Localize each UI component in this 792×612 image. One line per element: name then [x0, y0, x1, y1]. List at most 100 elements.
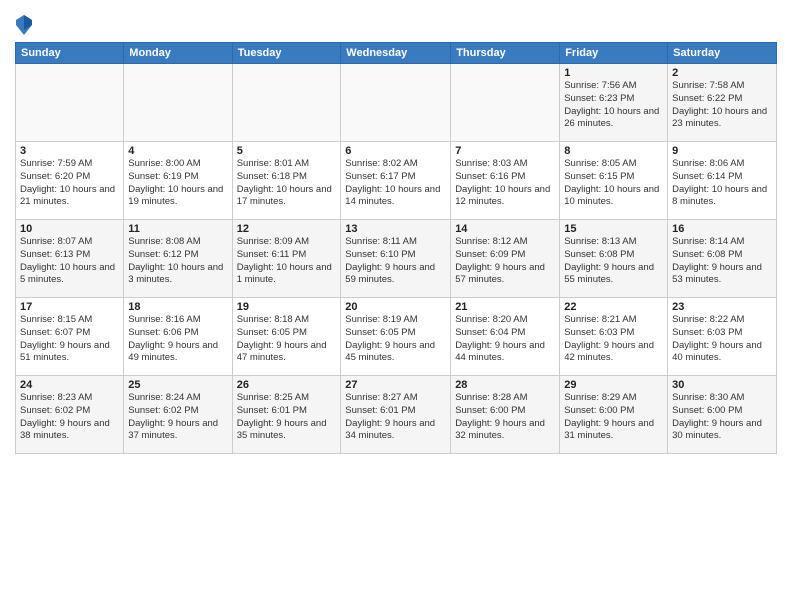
weekday-header-thursday: Thursday	[451, 43, 560, 64]
calendar-table: SundayMondayTuesdayWednesdayThursdayFrid…	[15, 42, 777, 454]
calendar-cell: 19Sunrise: 8:18 AM Sunset: 6:05 PM Dayli…	[232, 298, 341, 376]
day-number: 9	[672, 145, 772, 157]
day-number: 30	[672, 379, 772, 391]
day-number: 23	[672, 301, 772, 313]
day-number: 25	[128, 379, 227, 391]
day-number: 20	[345, 301, 446, 313]
day-info: Sunrise: 8:16 AM Sunset: 6:06 PM Dayligh…	[128, 314, 227, 365]
day-info: Sunrise: 8:18 AM Sunset: 6:05 PM Dayligh…	[237, 314, 337, 365]
weekday-header-friday: Friday	[560, 43, 668, 64]
day-number: 24	[20, 379, 119, 391]
day-info: Sunrise: 8:24 AM Sunset: 6:02 PM Dayligh…	[128, 392, 227, 443]
logo	[15, 14, 36, 36]
day-number: 6	[345, 145, 446, 157]
calendar-week-1: 1Sunrise: 7:56 AM Sunset: 6:23 PM Daylig…	[16, 64, 777, 142]
calendar-cell: 30Sunrise: 8:30 AM Sunset: 6:00 PM Dayli…	[668, 376, 777, 454]
calendar-cell: 4Sunrise: 8:00 AM Sunset: 6:19 PM Daylig…	[124, 142, 232, 220]
day-number: 22	[564, 301, 663, 313]
day-number: 27	[345, 379, 446, 391]
day-number: 7	[455, 145, 555, 157]
day-number: 4	[128, 145, 227, 157]
calendar-cell: 22Sunrise: 8:21 AM Sunset: 6:03 PM Dayli…	[560, 298, 668, 376]
calendar-cell	[16, 64, 124, 142]
day-info: Sunrise: 8:01 AM Sunset: 6:18 PM Dayligh…	[237, 158, 337, 209]
calendar-cell: 14Sunrise: 8:12 AM Sunset: 6:09 PM Dayli…	[451, 220, 560, 298]
calendar-cell	[341, 64, 451, 142]
day-number: 26	[237, 379, 337, 391]
day-number: 19	[237, 301, 337, 313]
calendar-week-5: 24Sunrise: 8:23 AM Sunset: 6:02 PM Dayli…	[16, 376, 777, 454]
day-number: 3	[20, 145, 119, 157]
day-number: 28	[455, 379, 555, 391]
day-number: 12	[237, 223, 337, 235]
calendar-cell	[232, 64, 341, 142]
day-number: 8	[564, 145, 663, 157]
calendar-cell: 29Sunrise: 8:29 AM Sunset: 6:00 PM Dayli…	[560, 376, 668, 454]
calendar-cell: 1Sunrise: 7:56 AM Sunset: 6:23 PM Daylig…	[560, 64, 668, 142]
day-info: Sunrise: 8:21 AM Sunset: 6:03 PM Dayligh…	[564, 314, 663, 365]
calendar-cell: 12Sunrise: 8:09 AM Sunset: 6:11 PM Dayli…	[232, 220, 341, 298]
calendar-cell: 26Sunrise: 8:25 AM Sunset: 6:01 PM Dayli…	[232, 376, 341, 454]
calendar-cell: 27Sunrise: 8:27 AM Sunset: 6:01 PM Dayli…	[341, 376, 451, 454]
calendar-cell: 10Sunrise: 8:07 AM Sunset: 6:13 PM Dayli…	[16, 220, 124, 298]
calendar-cell: 20Sunrise: 8:19 AM Sunset: 6:05 PM Dayli…	[341, 298, 451, 376]
day-info: Sunrise: 8:20 AM Sunset: 6:04 PM Dayligh…	[455, 314, 555, 365]
calendar-week-2: 3Sunrise: 7:59 AM Sunset: 6:20 PM Daylig…	[16, 142, 777, 220]
day-number: 14	[455, 223, 555, 235]
weekday-header-row: SundayMondayTuesdayWednesdayThursdayFrid…	[16, 43, 777, 64]
calendar-cell: 11Sunrise: 8:08 AM Sunset: 6:12 PM Dayli…	[124, 220, 232, 298]
weekday-header-wednesday: Wednesday	[341, 43, 451, 64]
calendar-week-4: 17Sunrise: 8:15 AM Sunset: 6:07 PM Dayli…	[16, 298, 777, 376]
day-number: 10	[20, 223, 119, 235]
calendar-cell: 13Sunrise: 8:11 AM Sunset: 6:10 PM Dayli…	[341, 220, 451, 298]
day-number: 17	[20, 301, 119, 313]
day-number: 2	[672, 67, 772, 79]
calendar-cell: 24Sunrise: 8:23 AM Sunset: 6:02 PM Dayli…	[16, 376, 124, 454]
day-info: Sunrise: 8:05 AM Sunset: 6:15 PM Dayligh…	[564, 158, 663, 209]
calendar-cell: 5Sunrise: 8:01 AM Sunset: 6:18 PM Daylig…	[232, 142, 341, 220]
calendar-cell	[124, 64, 232, 142]
day-info: Sunrise: 8:14 AM Sunset: 6:08 PM Dayligh…	[672, 236, 772, 287]
day-info: Sunrise: 7:58 AM Sunset: 6:22 PM Dayligh…	[672, 80, 772, 131]
calendar-cell: 23Sunrise: 8:22 AM Sunset: 6:03 PM Dayli…	[668, 298, 777, 376]
day-info: Sunrise: 8:13 AM Sunset: 6:08 PM Dayligh…	[564, 236, 663, 287]
weekday-header-monday: Monday	[124, 43, 232, 64]
day-info: Sunrise: 8:29 AM Sunset: 6:00 PM Dayligh…	[564, 392, 663, 443]
day-info: Sunrise: 8:12 AM Sunset: 6:09 PM Dayligh…	[455, 236, 555, 287]
weekday-header-sunday: Sunday	[16, 43, 124, 64]
calendar-cell: 9Sunrise: 8:06 AM Sunset: 6:14 PM Daylig…	[668, 142, 777, 220]
day-info: Sunrise: 8:15 AM Sunset: 6:07 PM Dayligh…	[20, 314, 119, 365]
day-info: Sunrise: 8:19 AM Sunset: 6:05 PM Dayligh…	[345, 314, 446, 365]
day-info: Sunrise: 8:06 AM Sunset: 6:14 PM Dayligh…	[672, 158, 772, 209]
logo-icon	[15, 14, 33, 36]
day-info: Sunrise: 8:03 AM Sunset: 6:16 PM Dayligh…	[455, 158, 555, 209]
calendar-cell	[451, 64, 560, 142]
calendar-cell: 25Sunrise: 8:24 AM Sunset: 6:02 PM Dayli…	[124, 376, 232, 454]
calendar-cell: 28Sunrise: 8:28 AM Sunset: 6:00 PM Dayli…	[451, 376, 560, 454]
day-info: Sunrise: 8:28 AM Sunset: 6:00 PM Dayligh…	[455, 392, 555, 443]
calendar-cell: 18Sunrise: 8:16 AM Sunset: 6:06 PM Dayli…	[124, 298, 232, 376]
calendar-cell: 8Sunrise: 8:05 AM Sunset: 6:15 PM Daylig…	[560, 142, 668, 220]
calendar-cell: 7Sunrise: 8:03 AM Sunset: 6:16 PM Daylig…	[451, 142, 560, 220]
day-info: Sunrise: 8:07 AM Sunset: 6:13 PM Dayligh…	[20, 236, 119, 287]
page-container: SundayMondayTuesdayWednesdayThursdayFrid…	[0, 0, 792, 462]
day-info: Sunrise: 8:22 AM Sunset: 6:03 PM Dayligh…	[672, 314, 772, 365]
calendar-cell: 17Sunrise: 8:15 AM Sunset: 6:07 PM Dayli…	[16, 298, 124, 376]
day-number: 11	[128, 223, 227, 235]
weekday-header-tuesday: Tuesday	[232, 43, 341, 64]
day-number: 13	[345, 223, 446, 235]
day-number: 15	[564, 223, 663, 235]
day-info: Sunrise: 7:56 AM Sunset: 6:23 PM Dayligh…	[564, 80, 663, 131]
day-number: 18	[128, 301, 227, 313]
calendar-cell: 6Sunrise: 8:02 AM Sunset: 6:17 PM Daylig…	[341, 142, 451, 220]
day-info: Sunrise: 8:23 AM Sunset: 6:02 PM Dayligh…	[20, 392, 119, 443]
day-info: Sunrise: 8:02 AM Sunset: 6:17 PM Dayligh…	[345, 158, 446, 209]
day-number: 1	[564, 67, 663, 79]
day-info: Sunrise: 8:27 AM Sunset: 6:01 PM Dayligh…	[345, 392, 446, 443]
day-number: 21	[455, 301, 555, 313]
header-row	[15, 10, 777, 36]
weekday-header-saturday: Saturday	[668, 43, 777, 64]
day-info: Sunrise: 7:59 AM Sunset: 6:20 PM Dayligh…	[20, 158, 119, 209]
calendar-cell: 3Sunrise: 7:59 AM Sunset: 6:20 PM Daylig…	[16, 142, 124, 220]
day-number: 29	[564, 379, 663, 391]
